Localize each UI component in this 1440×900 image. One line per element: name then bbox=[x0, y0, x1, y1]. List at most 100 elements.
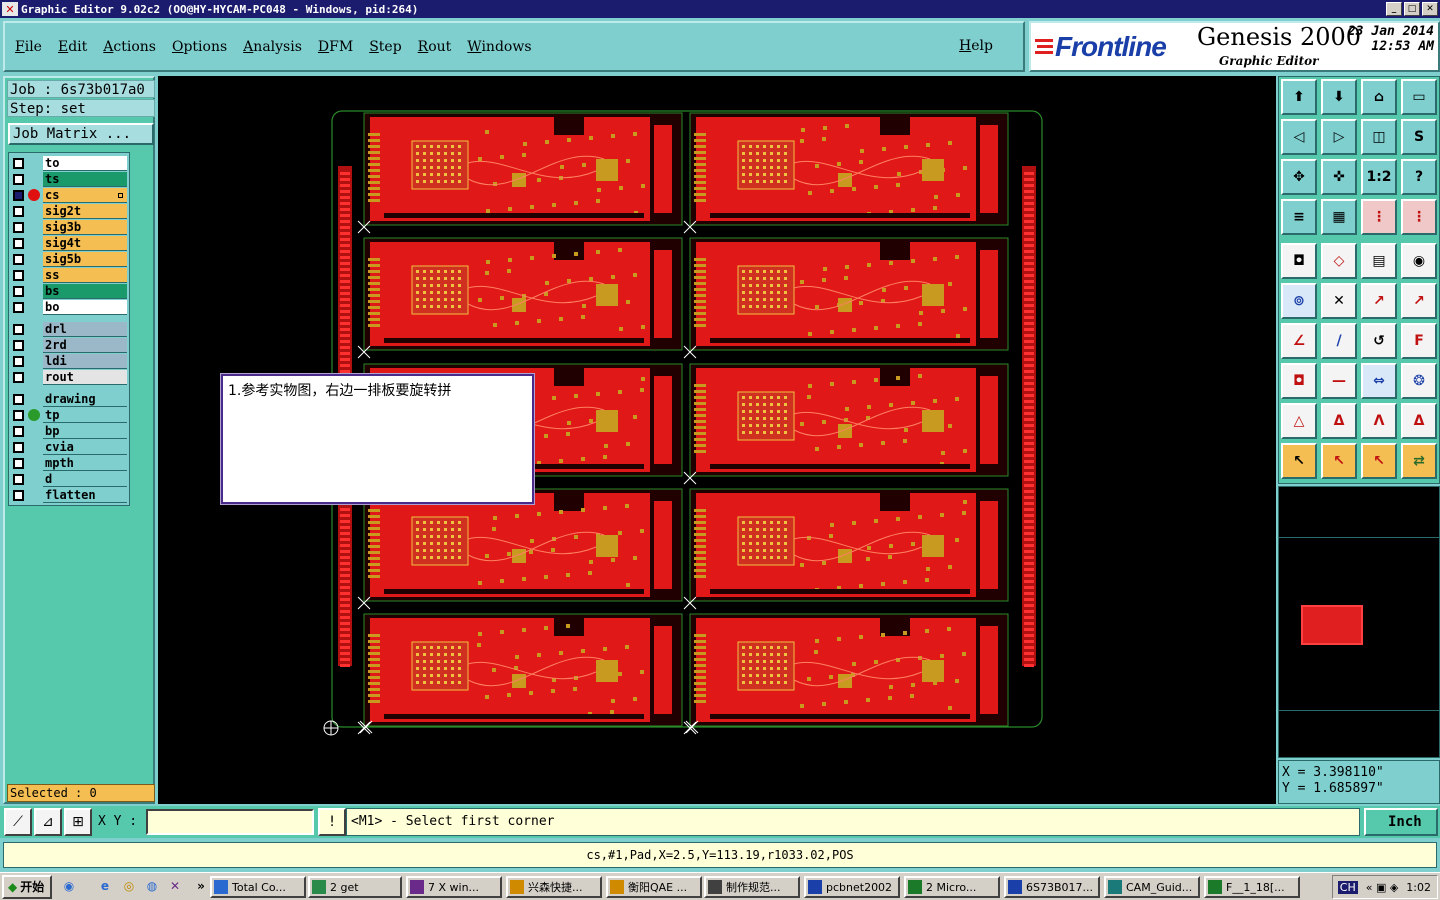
layer-row-d[interactable]: d bbox=[9, 471, 129, 487]
cross-icon[interactable]: ✕ bbox=[1321, 283, 1357, 319]
text-tool-icon[interactable]: F bbox=[1401, 323, 1437, 359]
taskbar-button[interactable]: 兴森快捷... bbox=[506, 876, 602, 898]
taskbar-button[interactable]: 衡阳QAE ... bbox=[606, 876, 702, 898]
pan-right-icon[interactable]: ▷ bbox=[1321, 119, 1357, 155]
alert-icon[interactable]: ! bbox=[318, 808, 346, 836]
layer-checkbox[interactable] bbox=[13, 489, 24, 501]
layer-display-marker[interactable] bbox=[28, 489, 40, 501]
layer-display-marker[interactable] bbox=[28, 157, 40, 169]
taskbar-button[interactable]: 6S73B017... bbox=[1004, 876, 1100, 898]
layer-name[interactable]: ts bbox=[43, 171, 127, 187]
pan-left-icon[interactable]: ◁ bbox=[1281, 119, 1317, 155]
layer-name[interactable]: d bbox=[43, 471, 127, 487]
layer-checkbox[interactable] bbox=[13, 339, 24, 351]
layer-row-ss[interactable]: ss bbox=[9, 267, 129, 283]
menu-options[interactable]: Options bbox=[172, 39, 227, 55]
overview-window[interactable] bbox=[1278, 486, 1440, 758]
zoom-out-icon[interactable]: ✜ bbox=[1321, 159, 1357, 195]
grid-icon[interactable]: ▦ bbox=[1321, 199, 1357, 235]
layer-name[interactable]: sig4t bbox=[43, 235, 127, 251]
layer-row-drawing[interactable]: drawing bbox=[9, 391, 129, 407]
clock-icon[interactable]: ◎ bbox=[120, 877, 138, 895]
redraw-icon[interactable]: S bbox=[1401, 119, 1437, 155]
taskbar-button[interactable]: 制作规范... bbox=[704, 876, 800, 898]
zoom-fit-icon[interactable]: ⌂ bbox=[1361, 79, 1397, 115]
layer-checkbox[interactable] bbox=[13, 173, 24, 185]
menu-file[interactable]: File bbox=[15, 39, 42, 55]
taskbar-button[interactable]: pcbnet2002 bbox=[804, 876, 900, 898]
menu-dfm[interactable]: DFM bbox=[318, 39, 353, 55]
layer-display-marker[interactable] bbox=[28, 441, 40, 453]
layer-checkbox[interactable] bbox=[13, 409, 24, 421]
layer-checkbox[interactable] bbox=[13, 473, 24, 485]
layer-display-marker[interactable] bbox=[28, 285, 40, 297]
surface-icon[interactable]: ◉ bbox=[1401, 243, 1437, 279]
close-button[interactable]: ✕ bbox=[1422, 2, 1438, 16]
ruler-icon[interactable]: ▤ bbox=[1361, 243, 1397, 279]
layer-name[interactable]: bo bbox=[43, 299, 127, 315]
job-matrix-button[interactable]: Job Matrix ... bbox=[8, 123, 154, 145]
show-desktop-icon[interactable]: ◉ bbox=[60, 877, 78, 895]
polygon-icon[interactable]: ◇ bbox=[1321, 243, 1357, 279]
zoom-window-icon[interactable]: ▭ bbox=[1401, 79, 1437, 115]
layer-name[interactable]: mpth bbox=[43, 455, 127, 471]
layer-display-marker[interactable] bbox=[28, 237, 40, 249]
layer-name[interactable]: to bbox=[43, 155, 127, 171]
snap-settings-icon[interactable]: ≡ bbox=[1281, 199, 1317, 235]
x-app-icon[interactable]: ✕ bbox=[166, 877, 184, 895]
layer-checkbox[interactable] bbox=[13, 355, 24, 367]
connect-nodes-icon[interactable]: ⊚ bbox=[1281, 283, 1317, 319]
layer-name[interactable]: ldi bbox=[43, 353, 127, 369]
line-split-icon[interactable]: — bbox=[1321, 363, 1357, 399]
xy-input[interactable] bbox=[146, 809, 314, 835]
layer-feature-alt-icon[interactable]: ⋮ bbox=[1401, 199, 1437, 235]
note-popup[interactable]: 1.参考实物图，右边一排板要旋转拼 bbox=[221, 374, 534, 504]
select-pointer-icon[interactable]: ↖ bbox=[1281, 443, 1317, 479]
layer-display-marker[interactable] bbox=[28, 425, 40, 437]
layer-checkbox[interactable] bbox=[13, 189, 24, 201]
layer-display-marker[interactable] bbox=[28, 371, 40, 383]
layer-row-rout[interactable]: rout bbox=[9, 369, 129, 385]
snap-icon[interactable]: ⟋ bbox=[4, 808, 32, 836]
layer-name[interactable]: bp bbox=[43, 423, 127, 439]
layer-name[interactable]: cs bbox=[43, 187, 127, 203]
layer-name[interactable]: rout bbox=[43, 369, 127, 385]
menu-windows[interactable]: Windows bbox=[467, 39, 531, 55]
layer-row-sig5b[interactable]: sig5b bbox=[9, 251, 129, 267]
select-net-icon[interactable]: ⇄ bbox=[1401, 443, 1437, 479]
layer-row-sig2t[interactable]: sig2t bbox=[9, 203, 129, 219]
zoom-home-icon[interactable]: ⬆ bbox=[1281, 79, 1317, 115]
layer-name[interactable]: bs bbox=[43, 283, 127, 299]
triangle-a-icon[interactable]: △ bbox=[1281, 403, 1317, 439]
layer-display-marker[interactable] bbox=[28, 253, 40, 265]
select-lasso-icon[interactable]: ↖ bbox=[1361, 443, 1397, 479]
layer-name[interactable]: sig3b bbox=[43, 219, 127, 235]
layer-checkbox[interactable] bbox=[13, 205, 24, 217]
menu-step[interactable]: Step bbox=[369, 39, 401, 55]
layer-display-marker[interactable] bbox=[28, 205, 40, 217]
layer-checkbox[interactable] bbox=[13, 221, 24, 233]
layer-checkbox[interactable] bbox=[13, 237, 24, 249]
ie-icon[interactable]: e bbox=[96, 877, 114, 895]
layer-checkbox[interactable] bbox=[13, 285, 24, 297]
layer-name[interactable]: drl bbox=[43, 321, 127, 337]
layer-row-bo[interactable]: bo bbox=[9, 299, 129, 315]
layer-display-marker[interactable] bbox=[28, 173, 40, 185]
taskbar-button[interactable]: Total Co... bbox=[210, 876, 306, 898]
triangle-c-icon[interactable]: Λ bbox=[1361, 403, 1397, 439]
layer-display-marker[interactable] bbox=[28, 473, 40, 485]
layer-name[interactable]: tp bbox=[43, 407, 127, 423]
layer-name[interactable]: ss bbox=[43, 267, 127, 283]
layer-display-marker[interactable] bbox=[28, 221, 40, 233]
layer-row-ts[interactable]: ts bbox=[9, 171, 129, 187]
menu-actions[interactable]: Actions bbox=[103, 39, 156, 55]
pan-center-icon[interactable]: ◫ bbox=[1361, 119, 1397, 155]
pad-icon[interactable]: ◘ bbox=[1281, 243, 1317, 279]
zoom-ratio-icon[interactable]: 1:2 bbox=[1361, 159, 1397, 195]
more-icon[interactable]: » bbox=[192, 877, 210, 895]
taskbar-button[interactable]: CAM_Guid... bbox=[1104, 876, 1200, 898]
layer-checkbox[interactable] bbox=[13, 393, 24, 405]
menu-edit[interactable]: Edit bbox=[58, 39, 87, 55]
layer-row-cs[interactable]: cs bbox=[9, 187, 129, 203]
start-button[interactable]: ◆ 开始 bbox=[2, 874, 53, 899]
